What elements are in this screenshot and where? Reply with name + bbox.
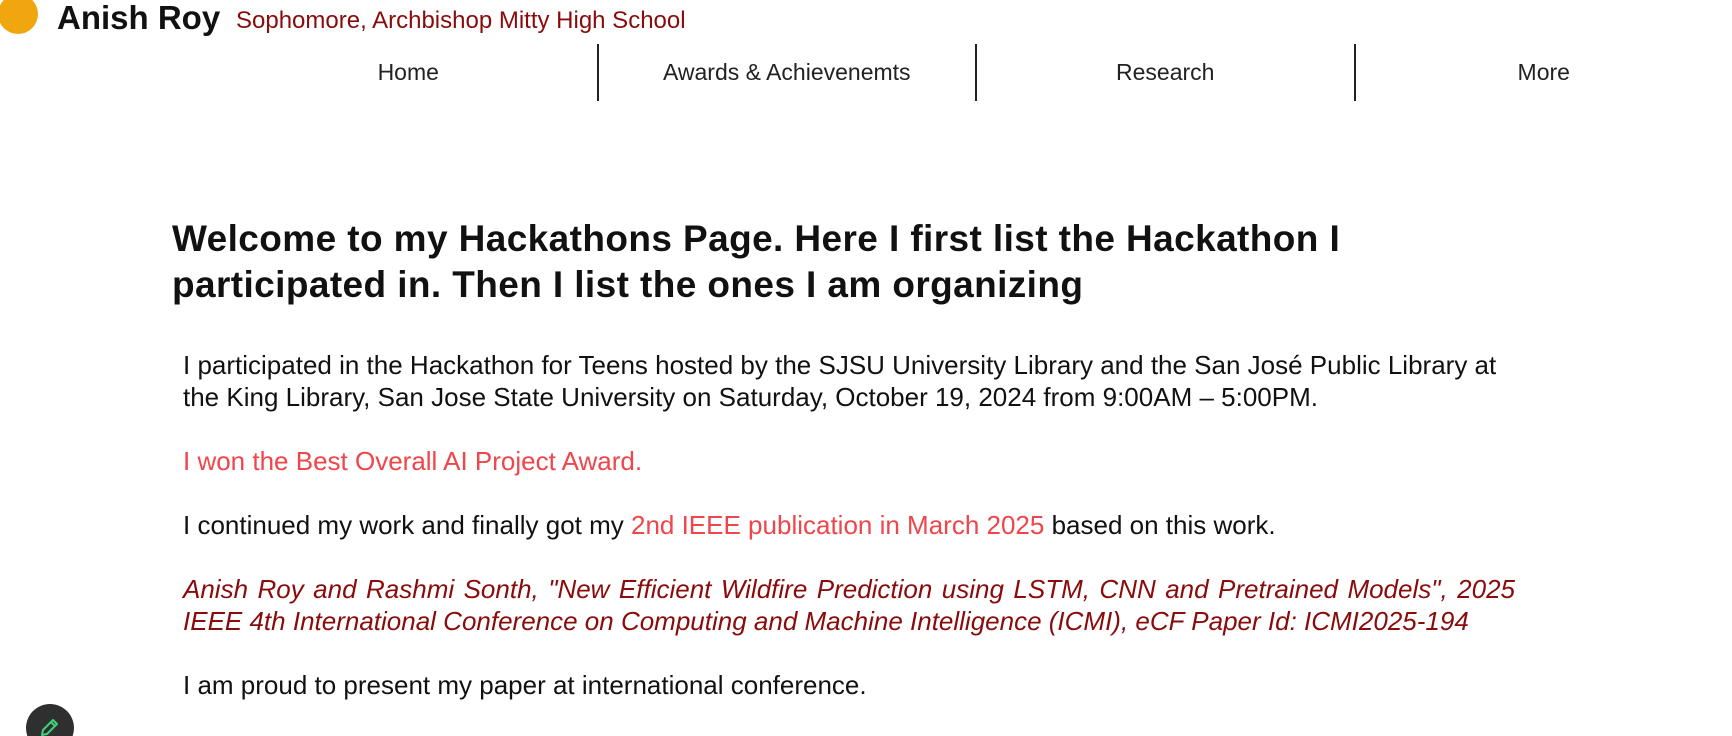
site-name[interactable]: Anish Roy bbox=[57, 0, 220, 37]
site-tagline: Sophomore, Archbishop Mitty High School bbox=[236, 7, 686, 34]
closing-paragraph: I am proud to present my paper at intern… bbox=[183, 670, 867, 700]
continued-text-before: I continued my work and finally got my bbox=[183, 510, 631, 540]
nav-item-home[interactable]: Home bbox=[220, 44, 597, 101]
publication-citation: Anish Roy and Rashmi Sonth, "New Efficie… bbox=[183, 573, 1515, 637]
nav-item-more[interactable]: More bbox=[1356, 44, 1732, 101]
award-line: I won the Best Overall AI Project Award. bbox=[183, 446, 643, 476]
edit-button[interactable] bbox=[26, 704, 74, 736]
nav-item-awards[interactable]: Awards & Achievenemts bbox=[599, 44, 976, 101]
page-title: Welcome to my Hackathons Page. Here I fi… bbox=[172, 218, 1341, 305]
main-nav: Home Awards & Achievenemts Research More bbox=[220, 44, 1732, 101]
main-content: I participated in the Hackathon for Teen… bbox=[183, 349, 1515, 733]
publication-highlight: 2nd IEEE publication in March 2025 bbox=[630, 510, 1045, 540]
pencil-icon bbox=[41, 719, 58, 736]
participation-paragraph: I participated in the Hackathon for Teen… bbox=[183, 350, 1497, 412]
citation-coauthor: and Rashmi Sonth bbox=[303, 574, 532, 604]
nav-item-research[interactable]: Research bbox=[977, 44, 1354, 101]
continued-paragraph: I continued my work and finally got my 2… bbox=[183, 509, 1515, 541]
page: Anish Roy Sophomore, Archbishop Mitty Hi… bbox=[0, 0, 1732, 736]
citation-author-primary: Anish Roy bbox=[183, 574, 304, 604]
logo-icon[interactable] bbox=[0, 0, 38, 34]
continued-text-after: based on this work. bbox=[1044, 510, 1276, 540]
